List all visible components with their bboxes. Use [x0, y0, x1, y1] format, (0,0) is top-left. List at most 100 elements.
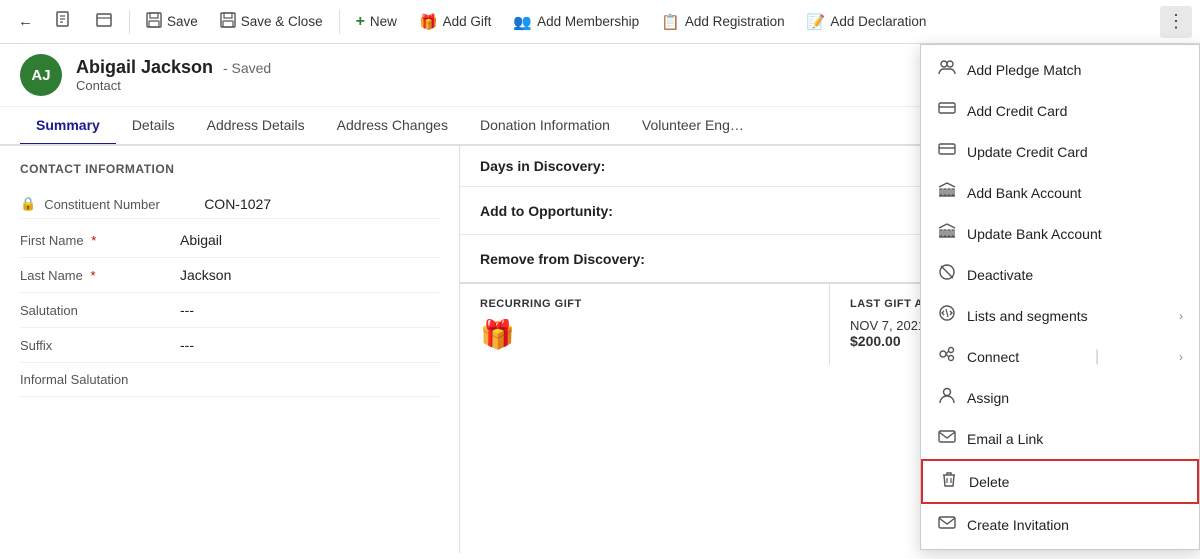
menu-item-update-bank-account-label: Update Bank Account [967, 226, 1102, 242]
dropdown-menu: Add Pledge Match Add Credit Card Update … [920, 44, 1200, 550]
lock-icon: 🔒 [20, 196, 36, 212]
save-button[interactable]: Save [136, 8, 208, 36]
tab-button[interactable] [85, 7, 123, 37]
menu-item-add-credit-card-label: Add Credit Card [967, 103, 1067, 119]
contact-saved: - Saved [223, 60, 271, 76]
salutation-label: Salutation [20, 303, 180, 318]
tab-address-changes[interactable]: Address Changes [321, 107, 464, 146]
left-panel: CONTACT INFORMATION 🔒 Constituent Number… [0, 146, 460, 553]
menu-item-create-invitation-label: Create Invitation [967, 517, 1069, 533]
email-link-icon [937, 427, 957, 450]
menu-item-delete-label: Delete [969, 474, 1009, 490]
menu-item-delete[interactable]: Delete [921, 459, 1199, 504]
back-icon: ← [18, 13, 33, 30]
more-icon: ⋮ [1167, 11, 1185, 32]
lists-segments-icon [937, 304, 957, 327]
new-label: New [370, 14, 397, 29]
menu-item-lists-segments[interactable]: Lists and segments › [921, 295, 1199, 336]
tab-volunteer-eng[interactable]: Volunteer Eng… [626, 107, 760, 146]
save-close-icon [220, 12, 236, 32]
menu-item-create-invitation[interactable]: Create Invitation [921, 504, 1199, 545]
add-declaration-label: Add Declaration [830, 14, 926, 29]
menu-item-connect-label: Connect [967, 349, 1019, 365]
menu-item-deactivate-label: Deactivate [967, 267, 1033, 283]
document-button[interactable] [45, 7, 83, 37]
add-credit-card-icon [937, 99, 957, 122]
document-icon [55, 11, 73, 33]
lists-segments-arrow: › [1179, 309, 1183, 323]
menu-item-lists-segments-label: Lists and segments [967, 308, 1088, 324]
menu-item-email-link-label: Email a Link [967, 431, 1043, 447]
connect-arrow: › [1179, 350, 1183, 364]
assign-icon [937, 386, 957, 409]
connect-icon [937, 345, 957, 368]
separator-1 [129, 10, 130, 34]
menu-item-update-bank-account[interactable]: Update Bank Account [921, 213, 1199, 254]
add-bank-account-icon [937, 181, 957, 204]
add-declaration-button[interactable]: 📝 Add Declaration [797, 9, 937, 35]
add-gift-label: Add Gift [443, 14, 492, 29]
contact-name: Abigail Jackson [76, 57, 213, 77]
menu-item-update-credit-card[interactable]: Update Credit Card [921, 131, 1199, 172]
last-name-label: Last Name * [20, 268, 180, 283]
add-membership-label: Add Membership [537, 14, 639, 29]
registration-icon: 📋 [661, 13, 680, 31]
contact-info-title: CONTACT INFORMATION [20, 162, 439, 176]
deactivate-icon [937, 263, 957, 286]
add-membership-button[interactable]: 👥 Add Membership [503, 9, 649, 35]
add-registration-button[interactable]: 📋 Add Registration [651, 9, 795, 35]
back-button[interactable]: ← [8, 9, 43, 34]
more-button[interactable]: ⋮ [1160, 6, 1192, 38]
recurring-gift-card: RECURRING GIFT 🎁 [460, 284, 830, 365]
tab-details[interactable]: Details [116, 107, 191, 146]
update-bank-account-icon [937, 222, 957, 245]
save-close-label: Save & Close [241, 14, 323, 29]
informal-salutation-row: Informal Salutation [20, 363, 439, 397]
menu-item-email-link[interactable]: Email a Link [921, 418, 1199, 459]
tab-summary[interactable]: Summary [20, 107, 116, 146]
recurring-gift-title: RECURRING GIFT [480, 298, 809, 310]
menu-item-assign[interactable]: Assign [921, 377, 1199, 418]
menu-item-update-credit-card-label: Update Credit Card [967, 144, 1088, 160]
contact-info-header: Abigail Jackson - Saved Contact [76, 57, 271, 93]
constituent-number-value: CON-1027 [204, 196, 271, 212]
menu-item-add-credit-card[interactable]: Add Credit Card [921, 90, 1199, 131]
declaration-icon: 📝 [807, 13, 826, 31]
update-credit-card-icon [937, 140, 957, 163]
last-name-required: * [91, 268, 96, 283]
menu-item-add-bank-account[interactable]: Add Bank Account [921, 172, 1199, 213]
new-button[interactable]: + New [346, 9, 407, 35]
informal-salutation-label: Informal Salutation [20, 372, 180, 387]
gift-icon: 🎁 [480, 318, 809, 351]
avatar: AJ [20, 54, 62, 96]
contact-type: Contact [76, 78, 271, 93]
page-wrapper: ← Save Save & Close + Ne [0, 0, 1200, 559]
menu-item-deactivate[interactable]: Deactivate [921, 254, 1199, 295]
menu-item-add-pledge-match-label: Add Pledge Match [967, 62, 1081, 78]
menu-item-connect[interactable]: Connect | › [921, 336, 1199, 377]
membership-icon: 👥 [513, 13, 532, 31]
menu-item-add-pledge-match[interactable]: Add Pledge Match [921, 49, 1199, 90]
menu-item-add-bank-account-label: Add Bank Account [967, 185, 1081, 201]
first-name-value: Abigail [180, 232, 222, 248]
toolbar: ← Save Save & Close + Ne [0, 0, 1200, 44]
last-name-value: Jackson [180, 267, 231, 283]
add-gift-button[interactable]: 🎁 Add Gift [409, 9, 501, 35]
separator-2 [339, 10, 340, 34]
first-name-label: First Name * [20, 233, 180, 248]
tab-address-details[interactable]: Address Details [191, 107, 321, 146]
save-close-button[interactable]: Save & Close [210, 8, 333, 36]
new-icon: + [356, 13, 365, 31]
contact-name-row: Abigail Jackson - Saved [76, 57, 271, 78]
suffix-label: Suffix [20, 338, 180, 353]
create-invitation-icon [937, 513, 957, 536]
tab-donation-information[interactable]: Donation Information [464, 107, 626, 146]
tab-icon [95, 11, 113, 33]
last-name-row: Last Name * Jackson [20, 258, 439, 293]
constituent-number-row: 🔒 Constituent Number CON-1027 [20, 190, 439, 219]
suffix-value: --- [180, 337, 194, 353]
suffix-row: Suffix --- [20, 328, 439, 363]
connect-separator: | [1095, 348, 1099, 366]
salutation-row: Salutation --- [20, 293, 439, 328]
delete-icon [939, 470, 959, 493]
